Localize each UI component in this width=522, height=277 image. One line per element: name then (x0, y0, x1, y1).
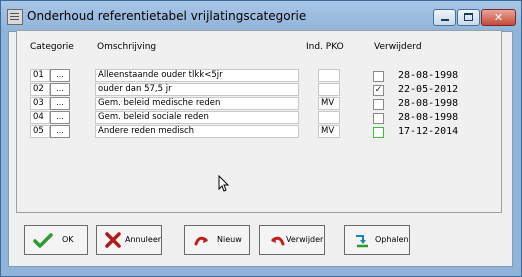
category-lookup-button[interactable]: ... (50, 69, 70, 82)
category-lookup-button[interactable]: ... (50, 111, 70, 124)
ind-pko-field[interactable]: MV (318, 97, 340, 110)
description-field[interactable]: ouder dan 57,5 jr (95, 83, 299, 96)
window-title: Onderhoud referentietabel vrijlatingscat… (27, 9, 307, 23)
description-field[interactable]: Alleenstaande ouder tlkk<5jr (95, 69, 299, 82)
curved-arrow-back-icon (271, 236, 285, 246)
minimize-icon (441, 19, 449, 21)
maximize-icon (464, 13, 473, 21)
category-code-field[interactable]: 01 (30, 69, 50, 82)
title-bar[interactable]: Onderhoud referentietabel vrijlatingscat… (1, 1, 521, 32)
new-button-label: Nieuw (217, 235, 242, 244)
ind-pko-field[interactable] (318, 111, 340, 124)
deleted-date: 17-12-2014 (398, 126, 459, 137)
curved-arrow-icon (194, 236, 208, 246)
maximize-button[interactable] (457, 9, 480, 26)
fetch-button[interactable]: Ophalen (344, 225, 410, 255)
category-lookup-button[interactable]: ... (50, 97, 70, 110)
ind-pko-field[interactable] (318, 83, 340, 96)
deleted-checkbox[interactable]: ✓ (373, 85, 384, 96)
column-header-description: Omschrijving (97, 42, 157, 52)
cancel-button[interactable]: Annuleer (96, 225, 162, 255)
fetch-icon (356, 235, 368, 248)
category-lookup-button[interactable]: ... (50, 83, 70, 96)
deleted-date: 22-05-2012 (398, 84, 459, 95)
close-icon: ✕ (493, 11, 504, 24)
deleted-date: 28-08-1998 (398, 70, 459, 81)
table-icon (7, 9, 23, 25)
description-field[interactable]: Andere reden medisch (95, 125, 299, 138)
mouse-cursor-icon (218, 175, 230, 192)
category-code-field[interactable]: 04 (30, 111, 50, 124)
deleted-checkbox[interactable] (373, 99, 384, 110)
close-button[interactable]: ✕ (481, 9, 516, 26)
column-header-ind-pko: Ind. PKO (306, 42, 344, 52)
deleted-checkbox[interactable] (373, 71, 384, 82)
deleted-date: 28-08-1998 (398, 98, 459, 109)
column-header-category: Categorie (30, 42, 74, 52)
deleted-date: 28-08-1998 (398, 112, 459, 123)
ind-pko-field[interactable]: MV (318, 125, 340, 138)
cross-icon (105, 232, 121, 248)
description-field[interactable]: Gem. beleid sociale reden (95, 111, 299, 124)
category-code-field[interactable]: 02 (30, 83, 50, 96)
category-code-field[interactable]: 05 (30, 125, 50, 138)
cancel-button-label: Annuleer (125, 235, 162, 244)
column-header-deleted: Verwijderd (374, 42, 422, 52)
checkmark-icon: ✓ (374, 85, 383, 95)
minimize-button[interactable] (433, 9, 456, 26)
delete-button[interactable]: Verwijder (259, 225, 325, 255)
deleted-checkbox[interactable] (373, 113, 384, 124)
new-button[interactable]: Nieuw (184, 225, 250, 255)
category-lookup-button[interactable]: ... (50, 125, 70, 138)
description-field[interactable]: Gem. beleid medische reden (95, 97, 299, 110)
delete-button-label: Verwijder (286, 235, 324, 244)
checkmark-icon (33, 233, 53, 248)
category-code-field[interactable]: 03 (30, 97, 50, 110)
deleted-checkbox[interactable] (373, 127, 384, 138)
ind-pko-field[interactable] (318, 69, 340, 82)
ok-button[interactable]: OK (24, 225, 88, 255)
fetch-button-label: Ophalen (375, 235, 409, 244)
ok-button-label: OK (62, 235, 74, 244)
